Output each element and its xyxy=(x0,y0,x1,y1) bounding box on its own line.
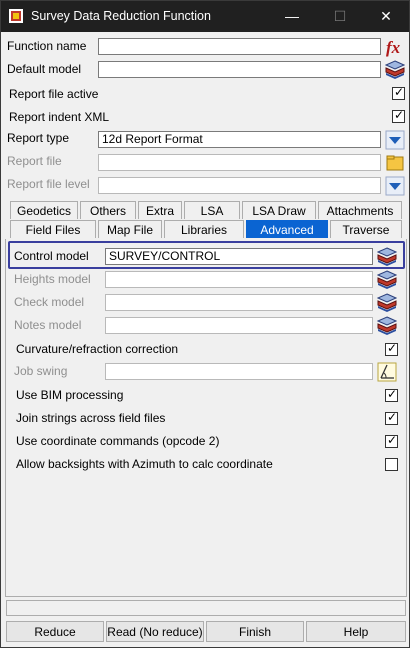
use-bim-label: Use BIM processing xyxy=(16,388,124,402)
tab-geodetics[interactable]: Geodetics xyxy=(10,201,78,219)
model-layers-icon[interactable] xyxy=(377,247,397,267)
report-file-level-label: Report file level xyxy=(7,177,90,191)
report-file-active-checkbox[interactable]: ✓ xyxy=(392,85,405,100)
app-icon xyxy=(9,9,23,23)
default-model-label: Default model xyxy=(7,62,82,76)
angle-picker-icon[interactable] xyxy=(377,362,397,382)
window-title: Survey Data Reduction Function xyxy=(31,9,211,23)
report-file-label: Report file xyxy=(7,154,62,168)
chevron-down-icon[interactable] xyxy=(385,130,405,150)
control-model-input[interactable]: SURVEY/CONTROL xyxy=(105,248,373,265)
join-strings-label: Join strings across field files xyxy=(16,411,166,425)
report-file-active-label: Report file active xyxy=(9,87,99,101)
check-model-input[interactable] xyxy=(105,294,373,311)
join-strings-checkbox[interactable]: ✓ xyxy=(385,410,398,425)
default-model-input[interactable] xyxy=(98,61,381,78)
finish-button[interactable]: Finish xyxy=(206,621,304,642)
model-layers-icon[interactable] xyxy=(377,270,397,290)
svg-text:fx: fx xyxy=(386,38,401,57)
heights-model-input[interactable] xyxy=(105,271,373,288)
notes-model-input[interactable] xyxy=(105,317,373,334)
tab-attachments[interactable]: Attachments xyxy=(318,201,402,219)
tab-lsa-draw[interactable]: LSA Draw xyxy=(242,201,316,219)
report-indent-xml-label: Report indent XML xyxy=(9,110,110,124)
status-bar xyxy=(6,600,406,616)
tab-map-file[interactable]: Map File xyxy=(98,220,162,238)
tab-lsa[interactable]: LSA xyxy=(184,201,240,219)
use-bim-checkbox[interactable]: ✓ xyxy=(385,387,398,402)
function-name-label: Function name xyxy=(7,39,87,53)
tab-others[interactable]: Others xyxy=(80,201,136,219)
report-file-input[interactable] xyxy=(98,154,381,171)
title-bar[interactable]: Survey Data Reduction Function — ☐ ✕ xyxy=(1,1,409,32)
check-mark-icon: ✓ xyxy=(387,410,398,424)
maximize-button[interactable]: ☐ xyxy=(317,1,363,32)
model-layers-icon[interactable] xyxy=(377,316,397,336)
allow-backsights-checkbox[interactable] xyxy=(385,458,398,471)
tab-advanced[interactable]: Advanced xyxy=(246,220,328,238)
minimize-button[interactable]: — xyxy=(269,1,315,32)
tab-traverse[interactable]: Traverse xyxy=(330,220,402,238)
tab-extra[interactable]: Extra xyxy=(138,201,182,219)
curvature-checkbox[interactable]: ✓ xyxy=(385,341,398,356)
report-type-select[interactable]: 12d Report Format xyxy=(98,131,381,148)
allow-backsights-label: Allow backsights with Azimuth to calc co… xyxy=(16,457,273,471)
close-button[interactable]: ✕ xyxy=(363,1,409,32)
notes-model-label: Notes model xyxy=(14,318,82,332)
report-type-label: Report type xyxy=(7,131,70,145)
tab-libraries[interactable]: Libraries xyxy=(164,220,244,238)
check-mark-icon: ✓ xyxy=(387,387,398,401)
curvature-label: Curvature/refraction correction xyxy=(16,342,179,356)
use-coord-commands-checkbox[interactable]: ✓ xyxy=(385,433,398,448)
model-layers-icon[interactable] xyxy=(385,60,405,80)
check-model-label: Check model xyxy=(14,295,85,309)
help-button[interactable]: Help xyxy=(306,621,406,642)
report-file-level-select[interactable] xyxy=(98,177,381,194)
read-no-reduce-button[interactable]: Read (No reduce) xyxy=(106,621,204,642)
reduce-button[interactable]: Reduce xyxy=(6,621,104,642)
control-model-label: Control model xyxy=(14,249,89,263)
heights-model-label: Heights model xyxy=(14,272,91,286)
check-mark-icon: ✓ xyxy=(387,433,398,447)
chevron-down-icon[interactable] xyxy=(385,176,405,196)
function-name-input[interactable] xyxy=(98,38,381,55)
check-mark-icon: ✓ xyxy=(394,85,405,99)
check-mark-icon: ✓ xyxy=(394,108,405,122)
folder-icon[interactable] xyxy=(385,153,405,173)
tab-field-files[interactable]: Field Files xyxy=(10,220,96,238)
model-layers-icon[interactable] xyxy=(377,293,397,313)
job-swing-label: Job swing xyxy=(14,364,68,378)
report-indent-xml-checkbox[interactable]: ✓ xyxy=(392,108,405,123)
use-coord-commands-label: Use coordinate commands (opcode 2) xyxy=(16,434,220,448)
dialog-window: Survey Data Reduction Function — ☐ ✕ Fun… xyxy=(0,0,410,648)
fx-function-icon[interactable]: fx xyxy=(385,37,405,57)
check-mark-icon: ✓ xyxy=(387,341,398,355)
job-swing-input[interactable] xyxy=(105,363,373,380)
